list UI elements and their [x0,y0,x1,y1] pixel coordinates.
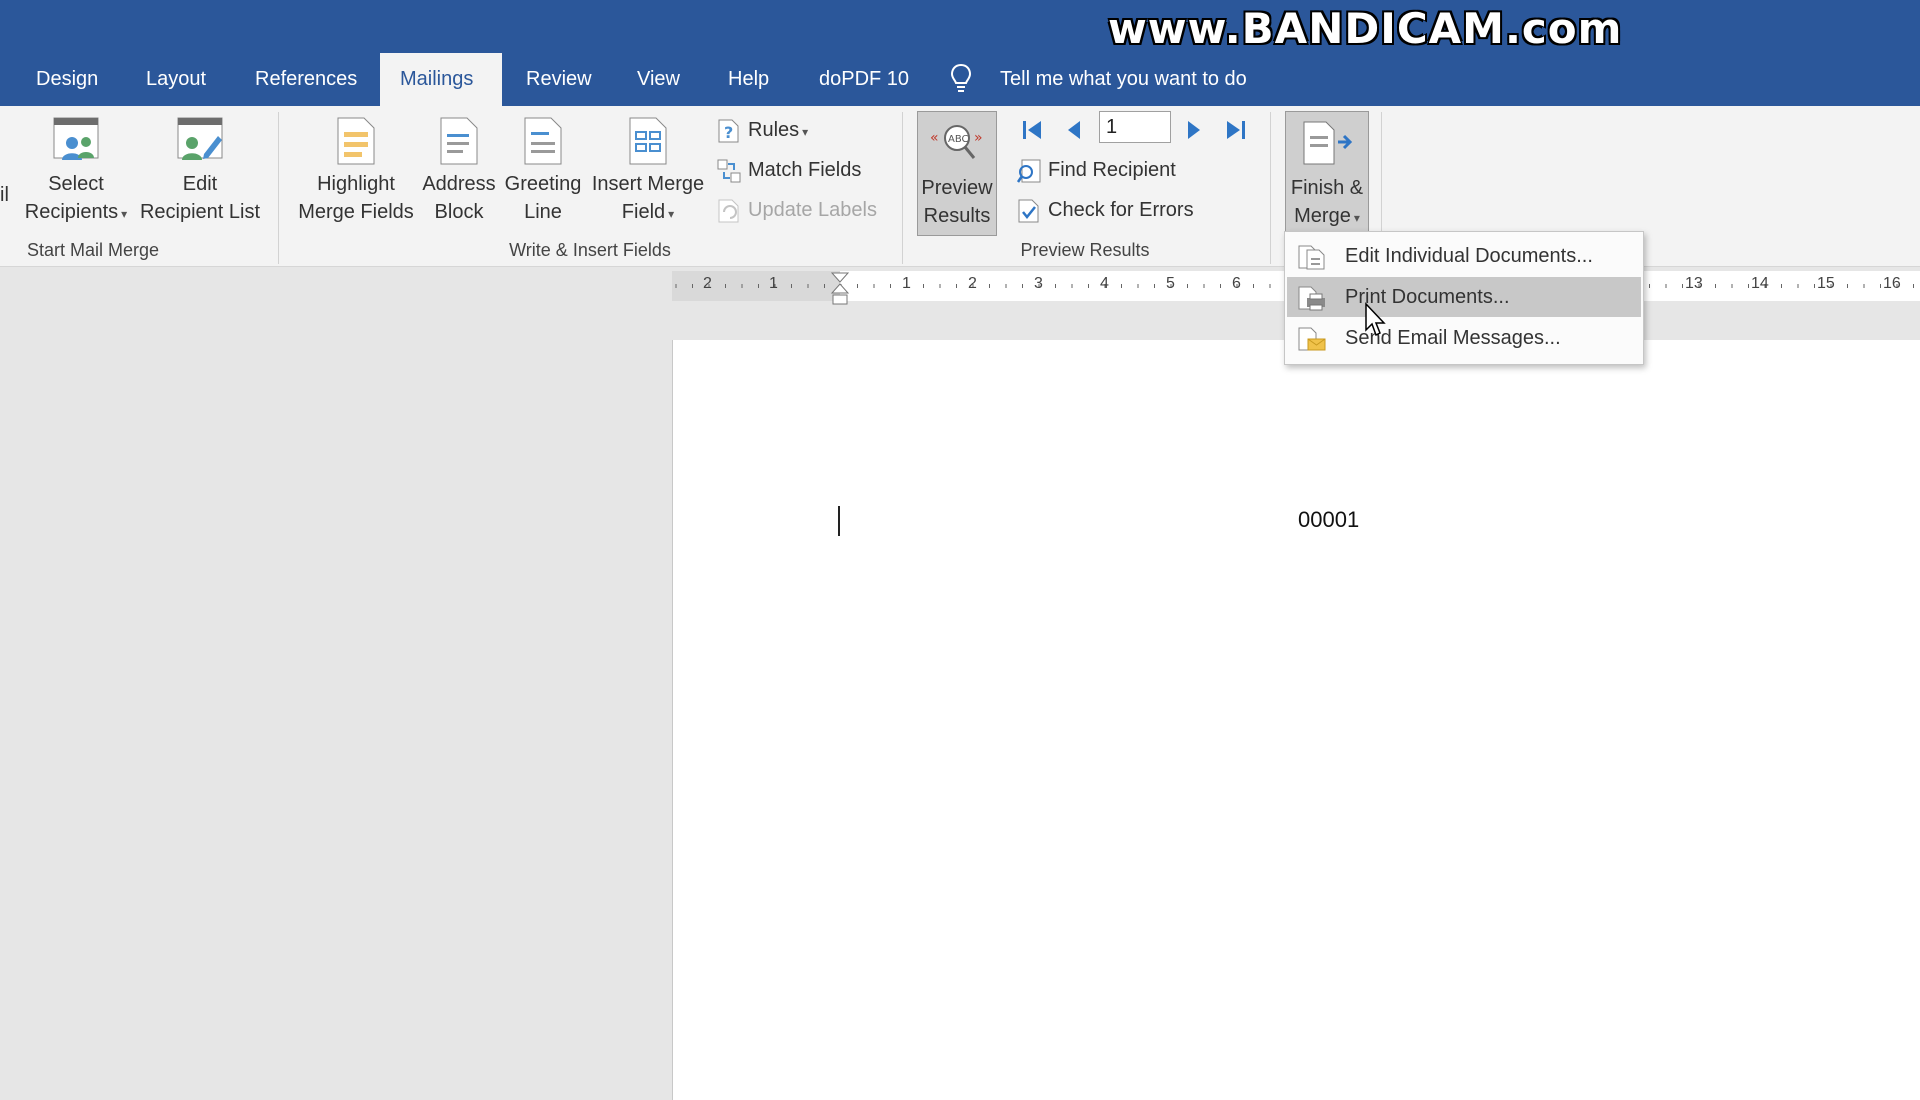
ruler-number: 5 [1166,275,1175,292]
edit-recipient-list-button[interactable]: Edit Recipient List [138,116,262,226]
rules-button[interactable]: ? Rules ▾ [716,114,808,146]
dropdown-caret-icon: ▾ [1353,211,1360,225]
last-record-icon[interactable] [1224,118,1248,142]
find-recipient-button[interactable]: Find Recipient [1016,154,1176,186]
previous-record-icon[interactable] [1062,118,1086,142]
ruler-number: 6 [1232,275,1241,292]
insert-merge-field-icon [629,117,667,165]
menu-item-print-documents[interactable]: Print Documents... [1287,277,1641,317]
rules-icon: ? [718,119,739,143]
group-separator [1270,112,1271,264]
indent-marker-icon[interactable] [830,271,850,307]
address-block-icon [440,117,478,165]
dropdown-caret-icon: ▾ [668,207,675,221]
ruler-number: 1 [902,275,911,292]
title-bar: www.BANDICAM.com Design Layout Reference… [0,0,1920,106]
lightbulb-icon [950,63,972,92]
tab-review[interactable]: Review [506,53,612,106]
dropdown-caret-icon: ▾ [802,125,809,139]
finish-merge-button[interactable]: Finish & Merge ▾ [1285,111,1369,236]
ruler-number: 4 [1100,275,1109,292]
svg-text:«: « [930,130,939,146]
document-page[interactable] [672,340,1920,1100]
preview-results-icon: « ABC » [930,125,983,159]
first-record-icon[interactable] [1020,118,1044,142]
match-fields-icon [717,159,741,183]
check-for-errors-icon [1018,199,1039,223]
preview-results-button[interactable]: « ABC » Preview Results [917,111,997,236]
ruler-number: 2 [703,275,712,292]
select-recipients-button[interactable]: Select Recipients ▾ [20,116,132,228]
tell-me-search[interactable]: Tell me what you want to do [1000,53,1247,106]
tab-view[interactable]: View [617,53,700,106]
finish-merge-icon [1303,121,1353,165]
svg-text:»: » [974,130,983,146]
group-label-start-mail-merge: Start Mail Merge [26,240,160,260]
dropdown-caret-icon: ▾ [121,207,128,221]
print-documents-icon [1298,286,1325,311]
ruler-number: 2 [968,275,977,292]
tab-design[interactable]: Design [16,53,118,106]
group-label-preview-results: Preview Results [1020,240,1150,260]
ruler-number: 13 [1685,275,1703,292]
group-label-write-insert-fields: Write & Insert Fields [509,240,671,260]
update-labels-icon [718,199,739,223]
svg-text:?: ? [724,123,733,142]
address-block-button[interactable]: Address Block [420,116,498,226]
edit-documents-icon [1298,245,1325,270]
update-labels-button[interactable]: Update Labels [716,194,877,226]
tab-dopdf[interactable]: doPDF 10 [799,53,929,106]
finish-merge-menu: Edit Individual Documents... Print Docum… [1284,231,1644,365]
select-recipients-icon [53,117,99,160]
text-cursor [838,506,840,536]
tab-layout[interactable]: Layout [126,53,226,106]
tab-help[interactable]: Help [708,53,789,106]
email-messages-icon [1298,327,1326,351]
highlight-merge-fields-button[interactable]: Highlight Merge Fields [294,116,418,226]
record-number-field[interactable]: 1 [1099,111,1171,143]
ruler-number: 1 [769,275,778,292]
ruler-number: 15 [1817,275,1835,292]
start-mail-merge-partial[interactable]: il [0,181,16,209]
edit-recipient-list-icon [177,117,223,160]
insert-merge-field-button[interactable]: Insert Merge Field ▾ [588,116,708,228]
svg-text:ABC: ABC [948,134,969,145]
match-fields-button[interactable]: Match Fields [716,154,861,186]
next-record-icon[interactable] [1182,118,1206,142]
ruler-number: 14 [1751,275,1769,292]
group-separator [278,112,279,264]
tab-mailings[interactable]: Mailings [380,53,502,106]
merge-field-value: 00001 [1298,507,1360,532]
greeting-line-button[interactable]: Greeting Line [502,116,584,226]
check-for-errors-button[interactable]: Check for Errors [1016,194,1194,226]
ruler-number: 16 [1883,275,1901,292]
menu-item-send-email-messages[interactable]: Send Email Messages... [1287,318,1641,358]
tab-references[interactable]: References [235,53,377,106]
highlight-merge-fields-icon [337,117,375,165]
greeting-line-icon [524,117,562,165]
mouse-pointer-icon [1365,302,1386,337]
ruler-number: 3 [1034,275,1043,292]
find-recipient-icon [1016,159,1041,183]
menu-item-edit-individual-documents[interactable]: Edit Individual Documents... [1287,236,1641,276]
group-separator [902,112,903,264]
watermark: www.BANDICAM.com [1108,4,1623,53]
